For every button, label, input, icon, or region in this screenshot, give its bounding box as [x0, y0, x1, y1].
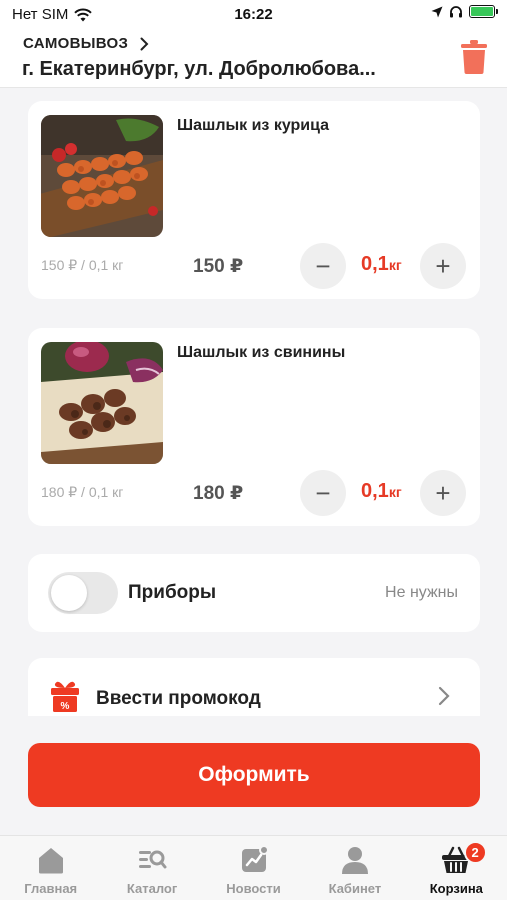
- tab-news[interactable]: Новости: [203, 836, 304, 900]
- status-bar: Нет SIM 16:22: [0, 0, 507, 30]
- cart-count-badge: 2: [463, 841, 487, 864]
- quantity-number: 0,1: [361, 480, 389, 502]
- tab-label: Корзина: [429, 881, 483, 896]
- quantity-value: 0,1кг: [361, 480, 402, 503]
- tab-bar: Главная Каталог Новости Кабинет 2 Корзин…: [0, 835, 507, 900]
- toggle-knob: [51, 575, 87, 611]
- pickup-label: САМОВЫВОЗ: [23, 35, 129, 52]
- home-icon: [38, 848, 63, 874]
- item-total-price: 180 ₽: [193, 483, 244, 504]
- minus-icon: −: [315, 251, 331, 281]
- increase-quantity-button[interactable]: +: [420, 243, 466, 289]
- tab-profile[interactable]: Кабинет: [304, 836, 405, 900]
- cart-item: Шашлык из курица 150 ₽ / 0,1 кг 150 ₽ − …: [28, 101, 480, 299]
- decrease-quantity-button[interactable]: −: [300, 243, 346, 289]
- quantity-unit: кг: [388, 484, 402, 500]
- quantity-number: 0,1: [361, 253, 389, 275]
- tab-label: Кабинет: [328, 881, 382, 896]
- tab-cart[interactable]: 2 Корзина: [406, 836, 507, 900]
- unit-price: 150 ₽ / 0,1 кг: [41, 257, 124, 273]
- product-name: Шашлык из свинины: [177, 344, 346, 361]
- utensils-toggle[interactable]: [48, 572, 118, 614]
- quantity-unit: кг: [388, 257, 402, 273]
- utensils-status: Не нужны: [385, 584, 458, 601]
- product-name: Шашлык из курица: [177, 117, 330, 134]
- utensils-row: Приборы Не нужны: [28, 554, 480, 632]
- product-image: [41, 115, 163, 237]
- gift-icon: %: [51, 681, 79, 712]
- battery-icon: [469, 5, 498, 18]
- location-arrow-icon: [431, 6, 443, 17]
- product-image: [41, 342, 163, 464]
- header: САМОВЫВОЗ г. Екатеринбург, ул. Добролюбо…: [0, 30, 507, 88]
- delivery-mode-selector[interactable]: САМОВЫВОЗ: [23, 35, 149, 52]
- tab-label: Новости: [226, 881, 281, 896]
- news-icon: [241, 845, 269, 872]
- unit-price: 180 ₽ / 0,1 кг: [41, 484, 124, 500]
- decrease-quantity-button[interactable]: −: [300, 470, 346, 516]
- cart-item: Шашлык из свинины 180 ₽ / 0,1 кг 180 ₽ −…: [28, 328, 480, 526]
- increase-quantity-button[interactable]: +: [420, 470, 466, 516]
- minus-icon: −: [315, 478, 331, 508]
- tab-label: Главная: [24, 881, 78, 896]
- promo-label: Ввести промокод: [96, 688, 261, 709]
- trash-icon: [461, 40, 487, 74]
- profile-icon: [341, 847, 368, 874]
- chevron-right-icon: [140, 37, 149, 50]
- pickup-address[interactable]: г. Екатеринбург, ул. Добролюбова...: [22, 58, 442, 81]
- item-total-price: 150 ₽: [193, 256, 244, 277]
- tab-catalog[interactable]: Каталог: [101, 836, 202, 900]
- plus-icon: +: [435, 478, 451, 508]
- chevron-right-icon: [438, 686, 450, 706]
- status-right: [431, 5, 498, 18]
- quantity-value: 0,1кг: [361, 253, 402, 276]
- plus-icon: +: [435, 251, 451, 281]
- checkout-button[interactable]: Оформить: [28, 743, 480, 807]
- tab-label: Каталог: [126, 881, 178, 896]
- promo-code-row[interactable]: % Ввести промокод: [28, 658, 480, 716]
- cart-content[interactable]: Шашлык из курица 150 ₽ / 0,1 кг 150 ₽ − …: [0, 88, 507, 716]
- tab-home[interactable]: Главная: [0, 836, 101, 900]
- svg-text:%: %: [61, 701, 70, 712]
- catalog-icon: [139, 850, 167, 869]
- headphones-icon: [450, 6, 462, 18]
- utensils-label: Приборы: [128, 582, 217, 603]
- clear-cart-button[interactable]: [461, 40, 487, 74]
